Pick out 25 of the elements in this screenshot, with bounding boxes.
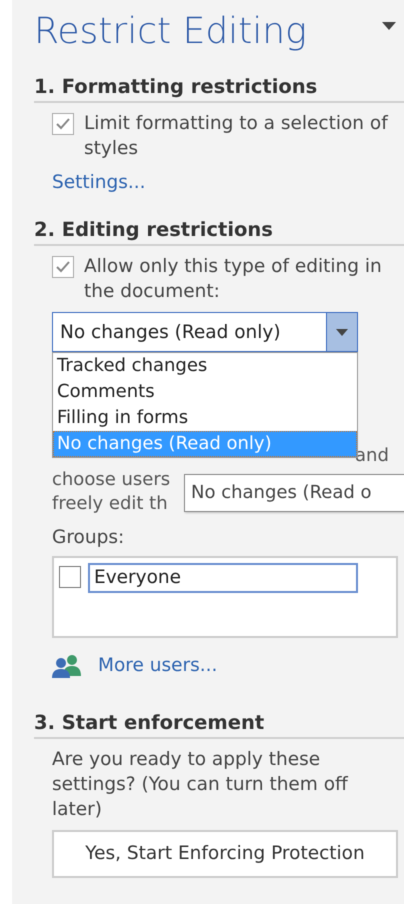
section-heading: 1. Formatting restrictions [34, 74, 404, 104]
section-heading: 3. Start enforcement [34, 710, 404, 740]
description-text: and [355, 445, 389, 466]
section-heading: 2. Editing restrictions [34, 217, 404, 246]
users-icon [52, 654, 82, 678]
checkmark-icon [55, 117, 71, 132]
checkbox[interactable] [59, 566, 81, 588]
start-enforcing-button[interactable]: Yes, Start Enforcing Protection [52, 830, 398, 878]
tooltip: No changes (Read o [184, 474, 404, 512]
checkbox[interactable] [52, 256, 74, 278]
checkbox-label: Limit formatting to a selection of styles [84, 112, 390, 162]
pane-title: Restrict Editing [34, 10, 307, 50]
description-text: freely edit th [52, 493, 168, 514]
group-name-field[interactable]: Everyone [88, 563, 358, 594]
checkbox[interactable] [52, 113, 74, 136]
description-text: choose users [52, 469, 170, 490]
groups-label: Groups: [51, 526, 126, 550]
checkmark-icon [55, 260, 71, 274]
dropdown[interactable]: No changes (Read only) [52, 312, 358, 352]
dropdown-arrow-icon[interactable] [382, 22, 396, 30]
more-users-link[interactable]: More users... [98, 652, 218, 680]
description-text: Are you ready to apply these settings? (You can turn them off later) [51, 748, 350, 822]
settings-link[interactable]: Settings... [52, 172, 146, 194]
caret-icon [336, 328, 348, 336]
checkbox-label: Allow only this type of editing in the document: [84, 255, 383, 304]
